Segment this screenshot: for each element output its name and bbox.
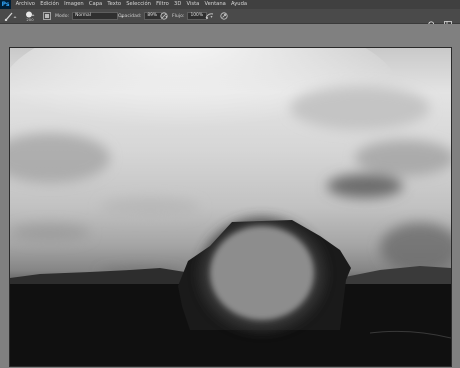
- opacity-label: Opacidad:: [118, 13, 142, 19]
- airbrush-icon: [205, 13, 214, 19]
- menu-seleccion[interactable]: Selección: [124, 0, 154, 9]
- options-bar: 200 Modo: Normal ▾ Opacidad: 89% ▾ Flujo…: [0, 9, 460, 29]
- brush-size-value: 200: [26, 16, 34, 22]
- menu-filtro[interactable]: Filtro: [154, 0, 172, 9]
- menu-bar: Ps Archivo Edición Imagen Capa Texto Sel…: [0, 0, 460, 9]
- pressure-opacity-button[interactable]: [160, 9, 168, 23]
- menu-ayuda[interactable]: Ayuda: [228, 0, 249, 9]
- menu-texto[interactable]: Texto: [105, 0, 124, 9]
- opacity-value: 89%: [147, 13, 158, 18]
- menu-vista[interactable]: Vista: [184, 0, 202, 9]
- flow-label: Flujo:: [172, 13, 185, 19]
- pressure-size-button[interactable]: [220, 9, 228, 23]
- menu-archivo[interactable]: Archivo: [13, 0, 38, 9]
- flow-value: 100%: [190, 13, 204, 18]
- painted-brush-area: [210, 226, 314, 320]
- brush-preset-picker[interactable]: 200: [25, 9, 35, 23]
- mode-value: Normal: [75, 13, 91, 18]
- app-logo: Ps: [0, 0, 11, 9]
- image-canvas[interactable]: [9, 47, 452, 367]
- menu-3d[interactable]: 3D: [171, 0, 183, 9]
- airbrush-button[interactable]: [205, 9, 214, 23]
- menu-edicion[interactable]: Edición: [38, 0, 62, 9]
- mode-select[interactable]: Normal: [72, 12, 119, 20]
- document-workspace[interactable]: [0, 24, 460, 368]
- photo-content: [10, 48, 451, 366]
- pressure-opacity-icon: [160, 12, 168, 20]
- menu-capa[interactable]: Capa: [86, 0, 104, 9]
- menu-ventana[interactable]: Ventana: [202, 0, 229, 9]
- menu-list: Archivo Edición Imagen Capa Texto Selecc…: [13, 0, 250, 9]
- brush-icon: [4, 12, 17, 21]
- mode-label: Modo:: [55, 13, 70, 19]
- pressure-size-icon: [220, 12, 228, 20]
- toggle-brush-panel-button[interactable]: [43, 9, 51, 23]
- toggle-brush-panel-icon: [43, 12, 51, 20]
- tool-preset-picker[interactable]: [4, 9, 18, 23]
- menu-imagen[interactable]: Imagen: [62, 0, 87, 9]
